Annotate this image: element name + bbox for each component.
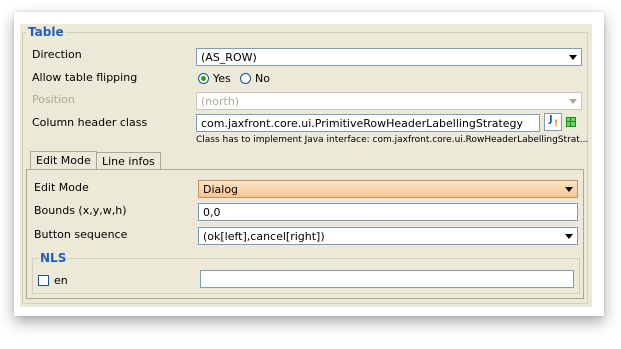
column-header-hint: Class has to implement Java interface: c…	[196, 135, 589, 145]
button-sequence-value: (ok[left],cancel[right])	[203, 230, 325, 243]
nls-en-label: en	[54, 274, 68, 287]
nls-group-legend: NLS	[38, 251, 69, 265]
table-group-legend: Table	[26, 25, 66, 39]
bounds-label: Bounds (x,y,w,h)	[34, 204, 127, 217]
direction-combo[interactable]: (AS_ROW)	[196, 48, 582, 66]
flipping-label: Allow table flipping	[32, 71, 138, 84]
tab-edit-mode[interactable]: Edit Mode	[30, 151, 97, 169]
nls-en-input[interactable]	[200, 270, 574, 288]
radio-yes-label[interactable]: Yes	[213, 72, 231, 85]
tab-line-infos[interactable]: Line infos	[96, 152, 161, 170]
position-combo: (north)	[196, 92, 582, 110]
chevron-down-icon	[565, 187, 573, 192]
edit-mode-value: Dialog	[203, 183, 239, 196]
radio-yes[interactable]	[198, 73, 209, 84]
button-sequence-label: Button sequence	[34, 228, 128, 241]
java-class-picker-icon[interactable]: J !	[544, 113, 562, 131]
grid-icon[interactable]	[566, 117, 576, 127]
column-header-label: Column header class	[32, 116, 148, 129]
radio-no-label[interactable]: No	[255, 72, 270, 85]
position-label: Position	[32, 93, 75, 106]
direction-value: (AS_ROW)	[201, 51, 257, 64]
bounds-input[interactable]: 0,0	[198, 203, 578, 221]
edit-mode-combo[interactable]: Dialog	[198, 180, 578, 198]
column-header-value: com.jaxfront.core.ui.PrimitiveRowHeaderL…	[201, 117, 524, 130]
column-header-input[interactable]: com.jaxfront.core.ui.PrimitiveRowHeaderL…	[196, 114, 540, 132]
button-sequence-combo[interactable]: (ok[left],cancel[right])	[198, 227, 578, 245]
edit-mode-label: Edit Mode	[34, 181, 89, 194]
direction-label: Direction	[32, 48, 82, 61]
chevron-down-icon	[565, 234, 573, 239]
chevron-down-icon	[569, 99, 577, 104]
radio-no[interactable]	[240, 73, 251, 84]
properties-panel: Table Direction (AS_ROW) Allow table fli…	[20, 24, 592, 307]
bounds-value: 0,0	[203, 206, 221, 219]
nls-en-checkbox[interactable]	[38, 275, 49, 286]
position-value: (north)	[201, 95, 240, 108]
chevron-down-icon	[569, 55, 577, 60]
